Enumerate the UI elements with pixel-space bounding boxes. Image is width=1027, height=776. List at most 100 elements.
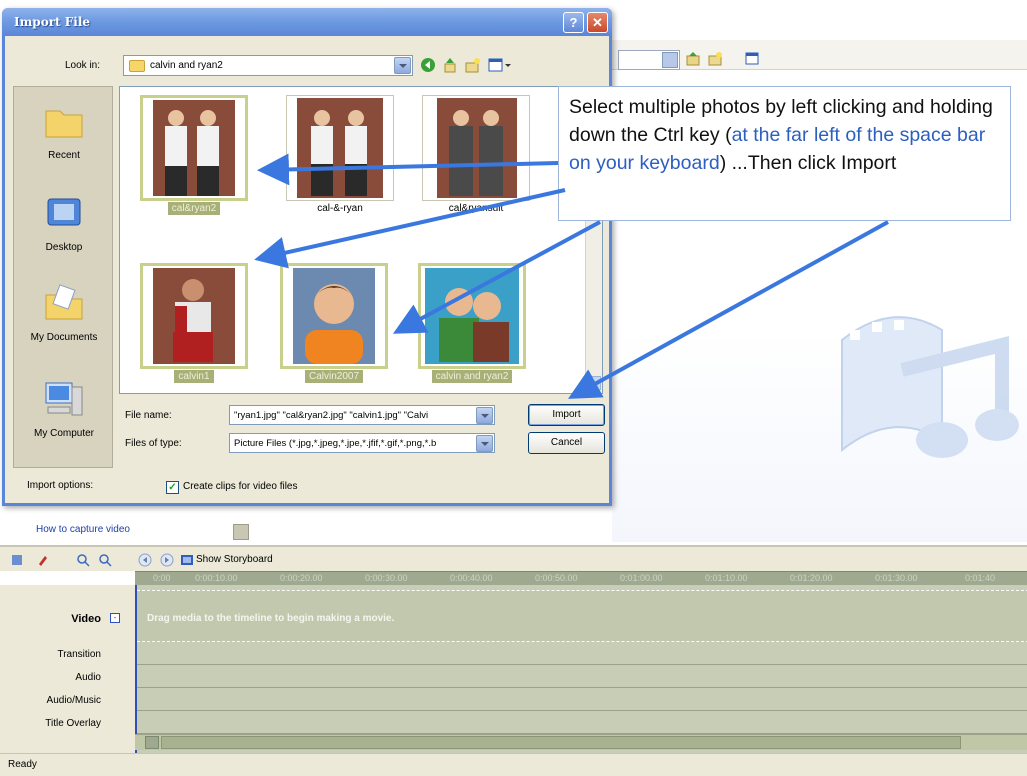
track-label-audio-music: Audio/Music bbox=[46, 695, 101, 706]
track-label-transition: Transition bbox=[57, 649, 101, 660]
place-label: Recent bbox=[48, 150, 80, 161]
ruler-tick: 0:00:50.00 bbox=[535, 573, 578, 583]
scroll-down-button[interactable] bbox=[587, 376, 601, 390]
folder-icon bbox=[129, 60, 145, 72]
file-name: cal-&-ryan bbox=[317, 203, 363, 214]
file-thumbnail[interactable]: calvin1 bbox=[140, 263, 248, 387]
views-menu-icon[interactable] bbox=[487, 56, 513, 74]
dialog-title-bar[interactable]: Import File ? ✕ bbox=[2, 8, 612, 36]
file-name-label: File name: bbox=[125, 410, 172, 421]
track-label-title-overlay: Title Overlay bbox=[45, 718, 101, 729]
dialog-title: Import File bbox=[14, 15, 91, 29]
timeline-body[interactable]: Drag media to the timeline to begin maki… bbox=[135, 585, 1027, 753]
file-type-dropdown-button[interactable] bbox=[476, 435, 493, 452]
thumbnail-image bbox=[286, 95, 394, 201]
capture-video-link[interactable]: How to capture video bbox=[36, 524, 130, 535]
place-my-documents[interactable]: My Documents bbox=[14, 283, 114, 343]
file-name: calvin and ryan2 bbox=[418, 370, 526, 383]
close-button[interactable]: ✕ bbox=[587, 12, 608, 33]
import-options-label: Import options: bbox=[27, 480, 94, 491]
create-clips-checkbox[interactable]: ✓ bbox=[166, 481, 179, 494]
thumbnail-image bbox=[280, 263, 388, 369]
file-name: cal&ryansuit bbox=[448, 203, 504, 214]
file-name: Calvin2007 bbox=[280, 370, 388, 383]
ruler-tick: 0:01:20.00 bbox=[790, 573, 833, 583]
import-button[interactable]: Import bbox=[528, 404, 605, 426]
places-bar: Recent Desktop My Documents My Computer bbox=[13, 86, 113, 468]
back-icon[interactable] bbox=[419, 56, 437, 74]
file-type-label: Files of type: bbox=[125, 438, 182, 449]
instruction-callout: Select multiple photos by left clicking … bbox=[558, 86, 1011, 221]
look-in-label: Look in: bbox=[65, 60, 101, 71]
views-icon[interactable] bbox=[744, 50, 762, 68]
desktop-icon bbox=[47, 198, 81, 226]
expand-video-track-button[interactable]: - bbox=[110, 613, 120, 623]
film-music-watermark-icon bbox=[841, 316, 1019, 458]
timeline-scrollbar[interactable] bbox=[135, 734, 1027, 750]
scroll-thumb[interactable] bbox=[161, 736, 961, 749]
file-thumbnail[interactable]: calvin and ryan2 bbox=[418, 263, 526, 387]
thumbnail-image bbox=[140, 95, 248, 201]
thumbnail-image bbox=[422, 95, 530, 201]
file-type-select[interactable]: Picture Files (*.jpg,*.jpeg,*.jpe,*.jfif… bbox=[229, 433, 495, 453]
look-in-dropdown-button[interactable] bbox=[394, 57, 411, 74]
zoom-in-icon[interactable] bbox=[76, 553, 90, 567]
show-storyboard-icon[interactable] bbox=[180, 553, 194, 567]
narrate-icon[interactable] bbox=[36, 553, 50, 567]
create-clips-label[interactable]: Create clips for video files bbox=[183, 481, 298, 492]
file-thumbnail[interactable]: Calvin2007 bbox=[280, 263, 388, 387]
look-in-value: calvin and ryan2 bbox=[150, 60, 223, 71]
storyboard-icon[interactable] bbox=[10, 553, 24, 567]
new-folder-icon[interactable] bbox=[463, 56, 481, 74]
place-label: My Documents bbox=[30, 332, 98, 343]
file-thumbnail[interactable]: cal&ryansuit bbox=[422, 95, 530, 219]
ruler-tick: 0:01:40 bbox=[965, 573, 996, 583]
video-track[interactable]: Drag media to the timeline to begin maki… bbox=[137, 590, 1027, 642]
track-label-video: Video bbox=[71, 613, 101, 625]
file-name-value: "ryan1.jpg" "cal&ryan2.jpg" "calvin1.jpg… bbox=[234, 410, 429, 421]
show-storyboard-button[interactable]: Show Storyboard bbox=[196, 554, 273, 565]
place-label: Desktop bbox=[45, 242, 83, 253]
ruler-tick: 0:00:30.00 bbox=[365, 573, 408, 583]
zoom-out-icon[interactable] bbox=[98, 553, 112, 567]
place-desktop[interactable]: Desktop bbox=[14, 193, 114, 253]
ruler-tick: 0:00:20.00 bbox=[280, 573, 323, 583]
combo-dropdown-button[interactable] bbox=[662, 52, 678, 68]
rewind-icon[interactable] bbox=[138, 553, 152, 567]
thumbnail-image bbox=[418, 263, 526, 369]
timeline-toolbar bbox=[0, 545, 1027, 571]
help-button[interactable]: ? bbox=[563, 12, 584, 33]
video-track-hint: Drag media to the timeline to begin maki… bbox=[147, 613, 395, 624]
file-name-input[interactable]: "ryan1.jpg" "cal&ryan2.jpg" "calvin1.jpg… bbox=[229, 405, 495, 425]
ruler-tick: 0:00 bbox=[153, 573, 171, 583]
callout-text-end: ) ...Then click Import bbox=[719, 152, 897, 174]
place-my-computer[interactable]: My Computer bbox=[14, 379, 114, 439]
thumbnail-image bbox=[140, 263, 248, 369]
scroll-left-button[interactable] bbox=[145, 736, 159, 749]
look-in-combo[interactable]: calvin and ryan2 bbox=[123, 55, 413, 76]
file-thumbnail[interactable]: cal&ryan2 bbox=[140, 95, 248, 219]
new-folder-icon[interactable] bbox=[706, 50, 724, 68]
collection-combo[interactable] bbox=[618, 50, 680, 70]
track-labels: Video - Transition Audio Audio/Music Tit… bbox=[0, 585, 135, 753]
file-name-dropdown-button[interactable] bbox=[476, 407, 493, 424]
ruler-tick: 0:00:40.00 bbox=[450, 573, 493, 583]
track-divider bbox=[137, 687, 1027, 688]
file-thumbnail[interactable]: cal-&-ryan bbox=[286, 95, 394, 219]
up-one-level-icon[interactable] bbox=[441, 56, 459, 74]
status-text: Ready bbox=[8, 759, 37, 770]
place-recent[interactable]: Recent bbox=[14, 101, 114, 161]
up-folder-icon[interactable] bbox=[684, 50, 702, 68]
tasks-expand-button[interactable] bbox=[233, 524, 249, 540]
ruler-tick: 0:01:30.00 bbox=[875, 573, 918, 583]
ruler-tick: 0:01:00.00 bbox=[620, 573, 663, 583]
play-icon[interactable] bbox=[160, 553, 174, 567]
recent-folder-icon bbox=[45, 110, 83, 138]
file-name: cal&ryan2 bbox=[140, 202, 248, 215]
file-name: calvin1 bbox=[140, 370, 248, 383]
my-documents-icon bbox=[45, 284, 83, 320]
cancel-button[interactable]: Cancel bbox=[528, 432, 605, 454]
status-bar: Ready bbox=[0, 753, 1027, 776]
track-divider bbox=[137, 664, 1027, 665]
file-list[interactable]: cal&ryan2 cal-&-ryan cal&ryansuit calvin… bbox=[119, 86, 603, 394]
